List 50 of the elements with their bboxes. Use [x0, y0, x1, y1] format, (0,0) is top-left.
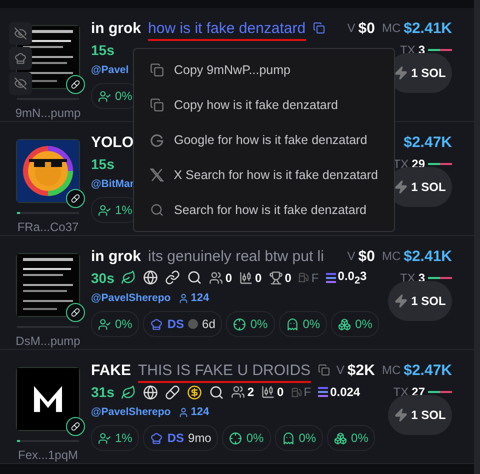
market-cap-value: $2.47K — [404, 134, 452, 150]
fee-value: 0.024 — [330, 385, 360, 399]
volume-label: V — [347, 249, 356, 263]
token-address: DsM...pump — [16, 334, 80, 348]
token-age: 15s — [91, 156, 114, 172]
dev-label: DS — [167, 317, 184, 331]
insiders-value: 0% — [302, 317, 320, 331]
market-cap-value: $2.41K — [404, 248, 452, 264]
bundles-value: 0% — [351, 431, 368, 445]
token-address: FRa...Co37 — [17, 220, 79, 234]
volume-value: $0 — [358, 20, 375, 36]
token-address: 9mN...pump — [15, 106, 81, 120]
top-holders-value: 1% — [115, 431, 132, 445]
market-cap-value: $2.47K — [404, 362, 452, 378]
top-holders-value: 0% — [115, 89, 132, 103]
snipers-value: 0% — [250, 317, 268, 331]
holders-count: 2 — [247, 385, 254, 399]
market-cap-label: MC — [382, 363, 401, 377]
volume-value: $2K — [347, 362, 375, 378]
token-age: 30s — [91, 270, 114, 286]
token-age: 15s — [91, 42, 114, 58]
dev-age: 6d — [202, 317, 216, 331]
fee-label: F — [304, 385, 312, 399]
token-ticker: YOLO — [91, 134, 134, 150]
volume-label: V — [347, 21, 356, 35]
fee-value: 0.0$_{2}$3 — [338, 269, 367, 287]
dev-age: 9mo — [188, 431, 212, 445]
trades-count: 0 — [277, 385, 284, 399]
token-ticker: FAKE — [91, 362, 132, 378]
dev-label: DS — [167, 431, 184, 445]
insiders-value: 0% — [298, 431, 316, 445]
market-cap-value: $2.41K — [404, 20, 452, 36]
token-ticker: in grok — [91, 20, 142, 36]
snipers-value: 0% — [246, 431, 264, 445]
trophy-count: 0 — [284, 270, 292, 285]
top-holders-value: 1% — [115, 203, 132, 217]
token-ticker: in grok — [91, 248, 142, 264]
volume-value: $0 — [358, 248, 375, 264]
followers-count: 124 — [178, 292, 210, 304]
token-age: 31s — [91, 384, 114, 400]
bundles-value: 0% — [355, 317, 372, 331]
top-holders-value: 0% — [115, 317, 132, 331]
followers-count: 124 — [178, 406, 210, 418]
holders-count: 0 — [225, 270, 232, 285]
market-cap-label: MC — [382, 249, 401, 263]
volume-label: V — [336, 363, 344, 377]
fee-label: F — [311, 270, 319, 285]
trades-count: 0 — [255, 270, 262, 285]
token-address: Fex...1pqM — [18, 448, 78, 462]
market-cap-label: MC — [382, 21, 401, 35]
